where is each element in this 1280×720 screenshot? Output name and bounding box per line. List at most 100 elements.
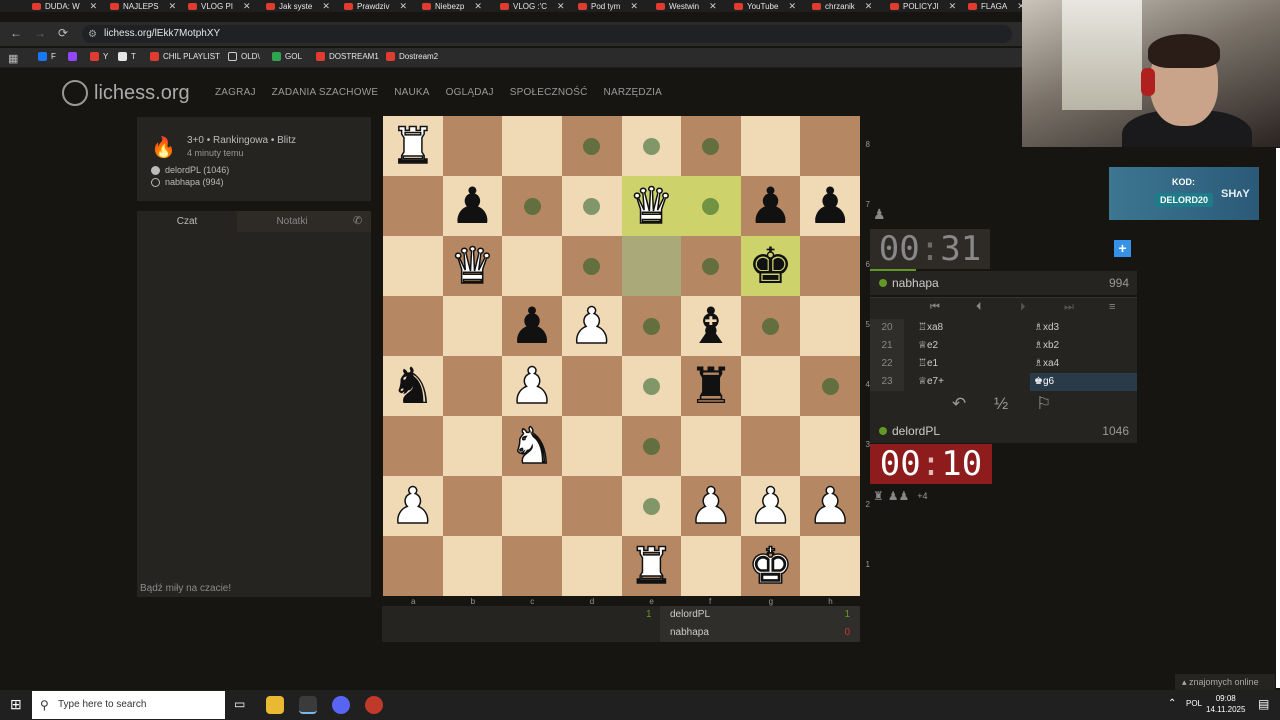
square-b6[interactable]: ♛ bbox=[442, 236, 503, 296]
square-e5[interactable] bbox=[621, 296, 682, 356]
square-h1[interactable]: 1 bbox=[800, 536, 870, 596]
url-field[interactable]: ⚙ lichess.org/lEkk7MotphXY bbox=[82, 25, 1012, 43]
white-move[interactable]: ♖e1 bbox=[918, 355, 938, 373]
move-hint-dot[interactable] bbox=[642, 317, 660, 335]
task-view-icon[interactable]: ▭ bbox=[234, 697, 245, 711]
taskbar-search[interactable]: ⚲ Type here to search bbox=[32, 691, 225, 719]
square-h5[interactable]: 5 bbox=[800, 296, 870, 356]
square-b3[interactable] bbox=[442, 416, 503, 476]
browser-tab[interactable]: VLOG PI ✕ bbox=[188, 0, 251, 12]
tab-close-icon[interactable]: ✕ bbox=[169, 1, 177, 12]
friends-online-button[interactable]: ▴ znajomych online bbox=[1175, 674, 1275, 690]
square-d8[interactable] bbox=[561, 116, 622, 176]
square-g6[interactable]: ♚ bbox=[740, 236, 801, 296]
move-hint-dot[interactable] bbox=[702, 137, 720, 155]
square-f6[interactable] bbox=[681, 236, 741, 296]
white-pawn-icon[interactable]: ♟ bbox=[807, 480, 853, 532]
square-e2[interactable] bbox=[621, 476, 682, 536]
square-f7[interactable] bbox=[681, 176, 741, 236]
move-hint-dot[interactable] bbox=[523, 197, 541, 215]
browser-tab[interactable]: chrzanik ✕ bbox=[812, 0, 872, 12]
square-c6[interactable] bbox=[502, 236, 562, 296]
resign-flag-icon[interactable]: ⚐ bbox=[1036, 394, 1051, 414]
black-bishop-icon[interactable]: ♝ bbox=[689, 301, 734, 351]
square-f4[interactable]: ♜ bbox=[681, 356, 741, 416]
white-pawn-icon[interactable]: ♟ bbox=[569, 300, 615, 352]
tab-close-icon[interactable]: ✕ bbox=[630, 1, 638, 12]
tab-notes[interactable]: Notatki bbox=[237, 211, 347, 232]
nav-puzzles[interactable]: ZADANIA SZACHOWE bbox=[272, 87, 379, 98]
browser-tab[interactable]: NAJLEPS ✕ bbox=[110, 0, 176, 12]
black-move[interactable]: ♗xb2 bbox=[1030, 337, 1137, 355]
chess-board[interactable]: ♜ 8 ♟ ♛ ♟ ♟ 7 ♛ ♚ 6 ♟ ♟ ♝ 5 ♞ ♟ ♜ 4 ♞ 3 ♟ ♟ ♟ ♟ 2 ♜ ♚ 1 bbox=[383, 116, 870, 596]
menu-icon[interactable]: ≡ bbox=[1109, 301, 1115, 313]
square-d1[interactable] bbox=[561, 536, 622, 596]
white-pawn-icon[interactable]: ♟ bbox=[509, 360, 555, 412]
move-hint-dot[interactable] bbox=[642, 437, 660, 455]
square-a7[interactable] bbox=[383, 176, 443, 236]
tab-close-icon[interactable]: ✕ bbox=[788, 1, 796, 12]
square-d6[interactable] bbox=[561, 236, 622, 296]
square-a2[interactable]: ♟ bbox=[383, 476, 443, 536]
square-a1[interactable] bbox=[383, 536, 443, 596]
prev-move-icon[interactable]: ⏴ bbox=[976, 301, 982, 314]
browser-tab[interactable]: Niebezp ✕ bbox=[422, 0, 482, 12]
move-hint-dot[interactable] bbox=[821, 377, 839, 395]
square-g7[interactable]: ♟ bbox=[740, 176, 801, 236]
language-indicator[interactable]: POL bbox=[1186, 699, 1202, 708]
square-f1[interactable] bbox=[681, 536, 741, 596]
windows-start-icon[interactable]: ⊞ bbox=[10, 696, 22, 713]
square-d2[interactable] bbox=[561, 476, 622, 536]
tab-close-icon[interactable]: ✕ bbox=[399, 1, 407, 12]
square-h4[interactable]: 4 bbox=[800, 356, 870, 416]
square-b1[interactable] bbox=[442, 536, 503, 596]
reload-icon[interactable]: ⟳ bbox=[58, 26, 68, 40]
move-hint-dot[interactable] bbox=[583, 197, 601, 215]
obs-icon[interactable] bbox=[365, 696, 383, 714]
nav-tools[interactable]: NARZĘDZIA bbox=[604, 87, 662, 98]
chat-input[interactable]: Bądź miły na czacie! bbox=[140, 583, 231, 594]
browser-tab[interactable]: POLICYJI ✕ bbox=[890, 0, 956, 12]
black-player-row[interactable]: nabhapa (994) bbox=[151, 177, 224, 187]
black-pawn-icon[interactable]: ♟ bbox=[748, 181, 793, 231]
discord-icon[interactable] bbox=[332, 696, 350, 714]
nav-learn[interactable]: NAUKA bbox=[394, 87, 429, 98]
tab-close-icon[interactable]: ✕ bbox=[557, 1, 565, 12]
square-c4[interactable]: ♟ bbox=[502, 356, 562, 416]
square-h7[interactable]: ♟ 7 bbox=[800, 176, 870, 236]
white-move[interactable]: ♖xa8 bbox=[918, 319, 943, 337]
square-f5[interactable]: ♝ bbox=[681, 296, 741, 356]
browser-tab[interactable]: YouTube ✕ bbox=[734, 0, 796, 12]
bookmark-item[interactable]: CHIL PLAYLIST bbox=[150, 52, 220, 61]
square-a8[interactable]: ♜ bbox=[383, 116, 443, 176]
square-d3[interactable] bbox=[561, 416, 622, 476]
square-e7[interactable]: ♛ bbox=[621, 176, 682, 236]
black-pawn-icon[interactable]: ♟ bbox=[510, 301, 555, 351]
move-hint-dot[interactable] bbox=[642, 377, 660, 395]
browser-tab[interactable]: Pod tym ✕ bbox=[578, 0, 638, 12]
tab-chat[interactable]: Czat bbox=[137, 211, 237, 232]
apps-grid-icon[interactable]: ▦ bbox=[8, 52, 18, 65]
square-e3[interactable] bbox=[621, 416, 682, 476]
browser-tab[interactable]: Prawdziv ✕ bbox=[344, 0, 407, 12]
add-time-button[interactable]: + bbox=[1114, 240, 1131, 257]
square-g4[interactable] bbox=[740, 356, 801, 416]
square-e8[interactable] bbox=[621, 116, 682, 176]
bookmark-item[interactable]: OLD\ bbox=[228, 52, 260, 61]
white-pawn-icon[interactable]: ♟ bbox=[747, 480, 793, 532]
chrome-icon[interactable] bbox=[299, 696, 317, 714]
bookmark-item[interactable]: T bbox=[118, 52, 136, 61]
square-b8[interactable] bbox=[442, 116, 503, 176]
square-h6[interactable]: 6 bbox=[800, 236, 870, 296]
browser-tab[interactable]: VLOG :'C ✕ bbox=[500, 0, 565, 12]
nav-community[interactable]: SPOŁECZNOŚĆ bbox=[510, 87, 588, 98]
square-b4[interactable] bbox=[442, 356, 503, 416]
back-icon[interactable]: ← bbox=[10, 26, 22, 40]
square-b5[interactable] bbox=[442, 296, 503, 356]
bookmark-item[interactable]: GOL bbox=[272, 52, 302, 61]
white-pawn-icon[interactable]: ♟ bbox=[390, 480, 436, 532]
white-rook-icon[interactable]: ♜ bbox=[390, 120, 436, 172]
square-c7[interactable] bbox=[502, 176, 562, 236]
nav-play[interactable]: ZAGRAJ bbox=[215, 87, 256, 98]
white-queen-icon[interactable]: ♛ bbox=[449, 240, 495, 292]
